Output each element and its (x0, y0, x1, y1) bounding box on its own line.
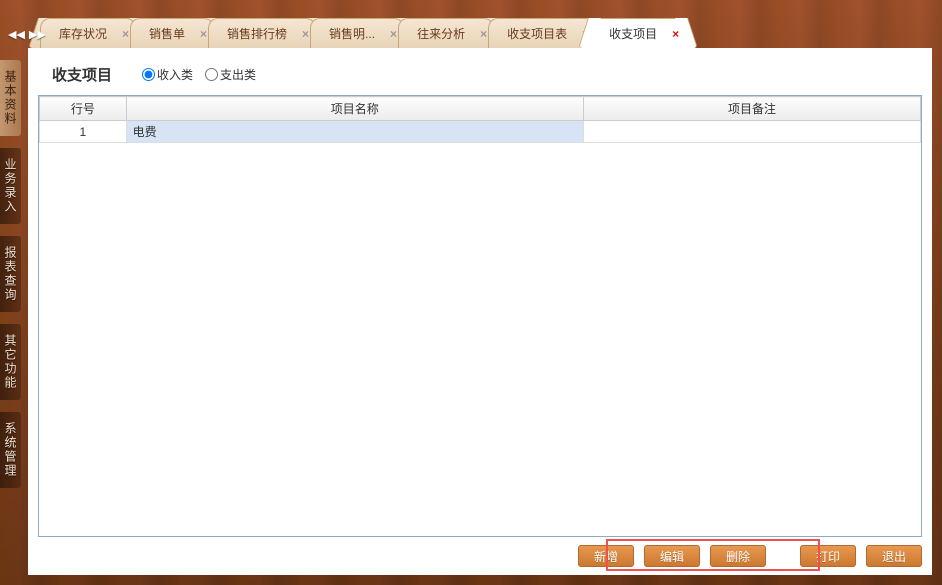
tab-nav-arrows: ◀◀ ▶▶ (8, 28, 46, 41)
sidebar: 基本资料业务录入报表查询其它功能系统管理 (0, 60, 20, 500)
tab-6[interactable]: 收支项目 × (590, 18, 686, 48)
tab-3[interactable]: 销售明... × (310, 18, 404, 48)
tab-label: 销售明... (329, 25, 375, 42)
data-grid: 行号 项目名称 项目备注 1电费 (39, 96, 921, 143)
tab-label: 销售排行榜 (227, 25, 287, 42)
sidebar-item-0[interactable]: 基本资料 (0, 60, 21, 136)
close-icon[interactable]: × (480, 28, 487, 40)
footer-toolbar: 新增 编辑 删除 打印 退出 (28, 537, 932, 575)
close-icon[interactable]: × (122, 28, 129, 40)
col-header-remark[interactable]: 项目备注 (583, 97, 920, 121)
tab-2[interactable]: 销售排行榜 × (208, 18, 316, 48)
tab-label: 收支项目表 (507, 25, 567, 42)
radio-expense-input[interactable] (205, 68, 218, 81)
table-row[interactable]: 1电费 (40, 121, 921, 143)
panel-header: 收支项目 收入类 支出类 (28, 48, 932, 95)
sidebar-item-3[interactable]: 其它功能 (0, 324, 21, 400)
sidebar-item-2[interactable]: 报表查询 (0, 236, 21, 312)
content-box: 行号 项目名称 项目备注 1电费 (38, 95, 922, 537)
close-icon[interactable]: × (302, 28, 309, 40)
radio-income[interactable]: 收入类 (142, 66, 193, 83)
print-button[interactable]: 打印 (800, 545, 856, 567)
main-panel: 收支项目 收入类 支出类 行号 项目名称 项目备注 1电费 (28, 48, 932, 575)
sidebar-item-1[interactable]: 业务录入 (0, 148, 21, 224)
tabs-scroll-left-icon[interactable]: ◀◀ (8, 28, 25, 41)
radio-income-label: 收入类 (157, 66, 193, 83)
page-title: 收支项目 (52, 64, 112, 85)
category-radio-group: 收入类 支出类 (142, 66, 256, 83)
cell-rownum[interactable]: 1 (40, 121, 127, 143)
tab-1[interactable]: 销售单 × (130, 18, 214, 48)
cell-remark[interactable] (583, 121, 920, 143)
radio-expense-label: 支出类 (220, 66, 256, 83)
add-button[interactable]: 新增 (578, 545, 634, 567)
tab-label: 收支项目 (609, 25, 657, 42)
sidebar-item-4[interactable]: 系统管理 (0, 412, 21, 488)
tab-bar: ◀◀ ▶▶ 库存状况×销售单×销售排行榜×销售明...×往来分析×收支项目表×收… (0, 0, 942, 48)
grid-empty-area[interactable] (39, 143, 921, 536)
tabs-scroll-right-icon[interactable]: ▶▶ (29, 28, 46, 41)
close-icon[interactable]: × (390, 28, 397, 40)
tab-4[interactable]: 往来分析 × (398, 18, 494, 48)
radio-expense[interactable]: 支出类 (205, 66, 256, 83)
radio-income-input[interactable] (142, 68, 155, 81)
exit-button[interactable]: 退出 (866, 545, 922, 567)
tab-label: 销售单 (149, 25, 185, 42)
col-header-name[interactable]: 项目名称 (126, 97, 583, 121)
grid-header-row: 行号 项目名称 项目备注 (40, 97, 921, 121)
close-icon[interactable]: × (672, 28, 679, 40)
tab-label: 往来分析 (417, 25, 465, 42)
tab-label: 库存状况 (59, 25, 107, 42)
tab-0[interactable]: 库存状况 × (40, 18, 136, 48)
close-icon[interactable]: × (200, 28, 207, 40)
delete-button[interactable]: 删除 (710, 545, 766, 567)
col-header-rownum[interactable]: 行号 (40, 97, 127, 121)
edit-button[interactable]: 编辑 (644, 545, 700, 567)
cell-name[interactable]: 电费 (126, 121, 583, 143)
